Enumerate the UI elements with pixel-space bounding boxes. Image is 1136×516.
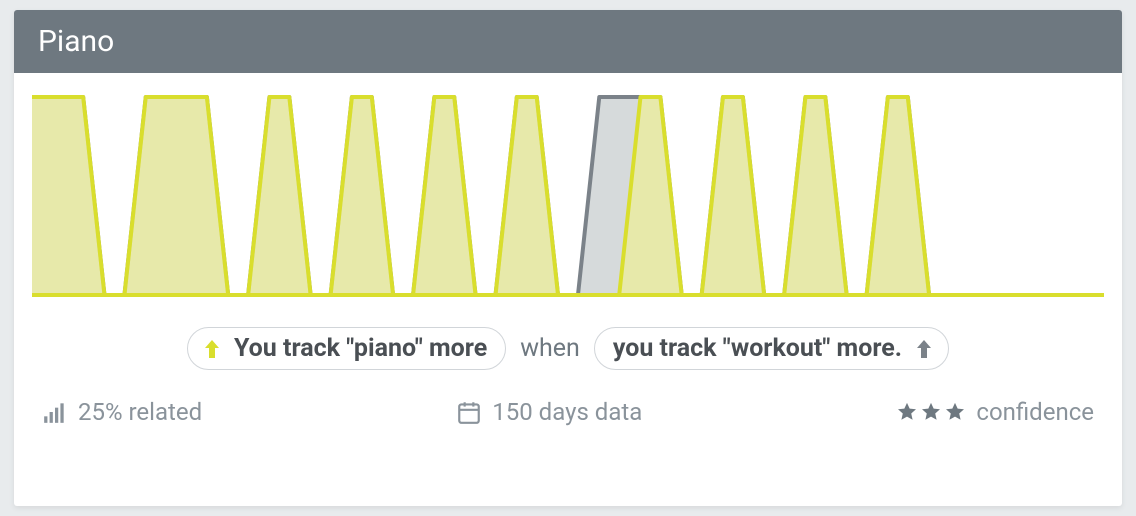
confidence-text: confidence — [976, 398, 1094, 426]
calendar-icon — [456, 399, 482, 425]
days-text: 150 days data — [492, 398, 642, 426]
star-icon — [896, 401, 918, 423]
related-text: 25% related — [78, 398, 202, 426]
star-icon — [920, 401, 942, 423]
card-title: Piano — [38, 24, 114, 59]
insight-connector: when — [520, 334, 580, 363]
confidence-stat: confidence — [896, 398, 1094, 426]
chart-region — [14, 73, 1122, 301]
star-icon — [944, 401, 966, 423]
secondary-pill[interactable]: you track "workout" more. — [594, 327, 949, 370]
confidence-stars — [896, 401, 966, 423]
primary-pill[interactable]: You track "piano" more — [187, 327, 506, 370]
related-stat: 25% related — [42, 398, 202, 426]
days-stat: 150 days data — [456, 398, 642, 426]
insight-row: You track "piano" more when you track "w… — [14, 301, 1122, 388]
insight-card: Piano You track "piano" more when you tr… — [14, 10, 1122, 506]
primary-pill-text: You track "piano" more — [234, 334, 487, 363]
correlation-chart — [32, 91, 1104, 301]
bars-icon — [42, 399, 68, 425]
card-header: Piano — [14, 10, 1122, 73]
chart-area-piano — [32, 97, 1104, 295]
stats-row: 25% related 150 days data confidence — [14, 388, 1122, 450]
arrow-up-icon — [200, 337, 224, 361]
arrow-up-icon — [912, 337, 936, 361]
secondary-pill-text: you track "workout" more. — [613, 334, 902, 363]
